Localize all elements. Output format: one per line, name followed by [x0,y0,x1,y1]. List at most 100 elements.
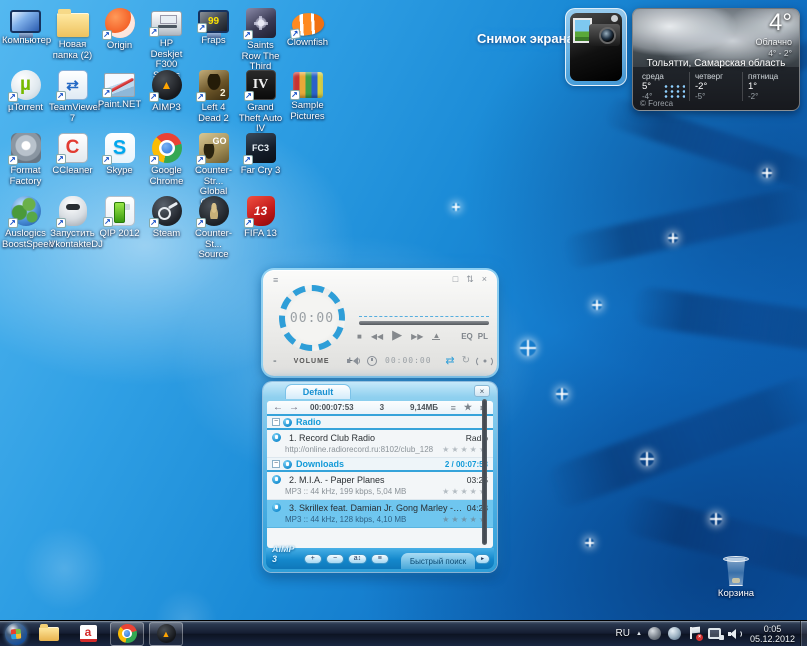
player-maximize-icon[interactable]: □ [453,274,458,285]
playlist-scrollbar[interactable] [482,399,487,545]
screenshot-gadget[interactable] [565,8,627,86]
weather-temp-range: 4° - 2° [768,48,792,58]
weather-widget[interactable]: 4° Облачно 4° - 2° Тольятти, Самарская о… [632,8,800,111]
sleep-timer-icon[interactable] [367,356,377,366]
desktop-icon-clownfish[interactable]: ↗Clownfish [284,8,331,49]
collapse-icon[interactable]: − [272,460,280,468]
sort-tracks-button[interactable]: a↕ [348,554,366,564]
volume-icon[interactable] [728,627,742,641]
volume-minus-button[interactable]: - [273,355,277,367]
desktop-icon-paint-net[interactable]: ↗Paint.NET [96,70,143,111]
desktop-icon-format-factory[interactable]: ↗Format Factory [2,133,49,187]
shortcut-arrow-icon: ↗ [196,155,206,165]
weather-location: Тольятти, Самарская область [633,58,799,69]
play-button[interactable]: ▶ [392,327,402,343]
playlist-menu-button[interactable]: ≡ [371,554,389,564]
stop-button[interactable]: ■ [357,332,362,341]
desktop-icon-gta4[interactable]: IV↗Grand Theft Auto IV [237,70,284,135]
desktop-icon-auslogics[interactable]: ↗Auslogics BoostSpeed [2,196,49,250]
screenshot-caption: Снимок экрана [477,31,574,46]
tray-app-icon[interactable] [668,627,682,641]
shuffle-icon[interactable]: ⇄ [445,354,454,367]
quick-search-field[interactable]: Быстрый поиск [401,553,475,569]
track-title: 2. M.I.A. - Paper Planes [289,475,463,485]
network-icon[interactable] [708,627,722,641]
volume-label: VOLUME [294,358,330,365]
repeat-icon[interactable]: ↻ [462,355,470,366]
playlist-track[interactable]: 2. M.I.A. - Paper Planes03:25MP3 :: 44 k… [267,472,493,500]
player-close-icon[interactable]: × [482,274,487,285]
playlist-track[interactable]: 3. Skrillex feat. Damian Jr. Gong Marley… [267,500,493,528]
internet-radio-icon[interactable] [478,356,491,366]
equalizer-button[interactable]: EQ [461,332,473,341]
sparkle-decor [520,340,536,356]
playlist-group-radio[interactable]: −Radio [267,416,493,430]
taskbar-explorer-button[interactable] [32,622,66,646]
shortcut-arrow-icon: ↗ [196,218,206,228]
desktop-icon-new-folder[interactable]: Новая папка (2) [49,8,96,61]
hidden-icons-arrow[interactable]: ▲ [636,631,642,637]
playlist-track[interactable]: 1. Record Club RadioRadiohttp://online.r… [267,430,493,458]
playlist-close-icon[interactable]: × [474,385,490,397]
remove-track-button[interactable]: − [326,554,344,564]
player-compact-mode-icon[interactable]: ⇅ [466,274,474,285]
chrome-icon: ↗ [152,133,182,163]
taskbar-chrome-button[interactable] [110,622,144,646]
desktop-icon-teamviewer[interactable]: ⇄↗TeamViewer 7 [49,70,96,124]
language-indicator[interactable]: RU [616,628,630,639]
previous-button[interactable]: ◀◀ [371,332,383,341]
clock[interactable]: 0:05 05.12.2012 [750,624,795,644]
desktop-icon-label: Запустить VkontakteDJ [49,229,96,250]
desktop-icon-chrome[interactable]: ↗Google Chrome [143,133,190,187]
action-center-flag-icon[interactable]: × [688,627,702,641]
paint-net-icon: ↗ [104,73,135,97]
fir-branch-decor [559,183,807,270]
playlist-tab-default[interactable]: Default [285,384,351,399]
volume-knob[interactable]: 00:00 [279,285,345,351]
taskbar-app-a-button[interactable]: a [71,622,105,646]
playlist-group-downloads[interactable]: −Downloads2 / 00:07:53 [267,458,493,472]
show-desktop-button[interactable] [800,621,807,646]
progress-bar[interactable] [359,321,489,325]
origin-icon: ↗ [105,8,135,38]
desktop-icon-skype[interactable]: S↗Skype [96,133,143,177]
desktop-icon-farcry3[interactable]: FC3↗Far Cry 3 [237,133,284,177]
next-button[interactable]: ▶▶ [411,332,423,341]
playlist-toolbar: ← → 00:00:07:53 3 9,14МБ ≡ ★ ¤ [267,401,493,416]
desktop-icon-ccleaner[interactable]: C↗CCleaner [49,133,96,177]
start-button[interactable] [5,623,27,645]
desktop-icon-steam[interactable]: ↗Steam [143,196,190,240]
add-track-button[interactable]: + [304,554,322,564]
playlist-toggle-button[interactable]: PL [478,332,488,341]
desktop-icon-css[interactable]: ↗Counter-St... Source [190,196,237,261]
desktop-icon-vkontaktedj[interactable]: ↗Запустить VkontakteDJ [49,196,96,250]
eject-button[interactable]: ▲ [432,332,440,340]
tray-steam-icon[interactable] [648,627,662,641]
desktop-icon-origin[interactable]: ↗Origin [96,8,143,52]
jump-forward-icon[interactable]: → [289,402,299,413]
player-menu-icon[interactable]: ≡ [273,275,278,285]
rating-star-icon[interactable]: ★ [464,402,472,413]
desktop-icon-l4d2[interactable]: 2↗Left 4 Dead 2 [190,70,237,124]
desktop-icon-computer[interactable]: Компьютер [2,8,49,47]
playlist-sort-icon[interactable]: ≡ [451,403,456,413]
aimp3-icon: ▲↗ [152,70,182,100]
desktop-icon-fifa13[interactable]: 13↗FIFA 13 [237,196,284,240]
desktop-icon-saints-row[interactable]: ↗Saints Row The Third [237,8,284,73]
search-options-button[interactable]: ► [475,554,490,564]
gta4-icon: IV↗ [246,70,276,100]
desktop-icon-aimp3[interactable]: ▲↗AIMP3 [143,70,190,114]
desktop-icon-fraps[interactable]: 99↗Fraps [190,8,237,47]
desktop-icon-sample-pictures[interactable]: ↗Sample Pictures [284,70,331,122]
shortcut-arrow-icon: ↗ [290,90,300,100]
desktop-icon-recycle-bin[interactable]: Корзина [710,556,762,600]
volume-row: - VOLUME + [273,355,353,367]
jump-back-icon[interactable]: ← [273,402,283,413]
desktop-icon-utorrent[interactable]: µ↗µTorrent [2,70,49,114]
taskbar-aimp-button[interactable]: ▲ [149,622,183,646]
desktop-icon-qip2012[interactable]: ↗QIP 2012 [96,196,143,240]
app-a-icon: a [80,625,97,642]
teamviewer-glyph: ⇄ [66,76,79,94]
collapse-icon[interactable]: − [272,418,280,426]
speaker-icon[interactable] [347,356,360,366]
